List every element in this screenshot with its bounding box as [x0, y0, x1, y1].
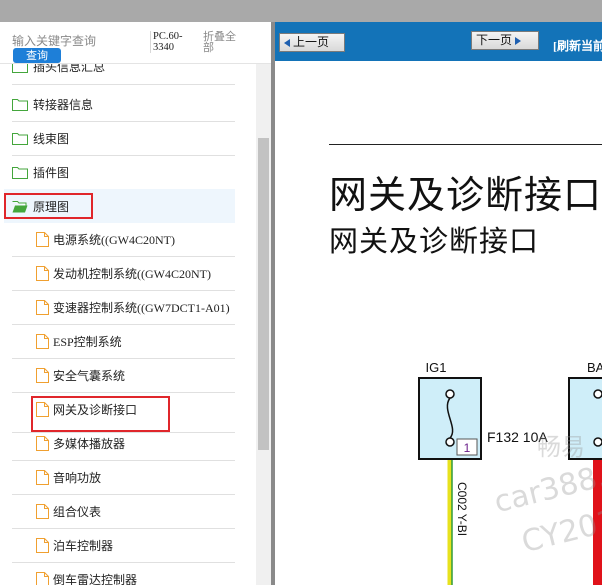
- tree-folder-label: 插件图: [33, 165, 70, 180]
- tree-file-label: 组合仪表: [53, 504, 102, 519]
- tree-file-audio-amplifier[interactable]: 音响功放: [36, 463, 101, 491]
- tree-folder-partial[interactable]: 插头信息汇总: [12, 64, 105, 80]
- tree-folder-label: 线束图: [33, 131, 70, 146]
- tree-file-parking-controller[interactable]: 泊车控制器: [36, 531, 113, 559]
- tree-file-power-system[interactable]: 电源系统((GW4C20NT): [36, 225, 175, 253]
- folder-icon: [12, 166, 28, 179]
- file-icon: [36, 571, 49, 585]
- fuse-box-right-label: BA: [587, 360, 602, 375]
- tree-divider: [12, 494, 235, 495]
- gateway-highlight-box: [31, 396, 170, 432]
- tree-file-label: 发动机控制系统((GW4C20NT): [53, 266, 211, 281]
- tree-divider: [12, 358, 235, 359]
- file-icon: [36, 469, 49, 485]
- app-window: 查询 PC.60-3340 折叠全部 插头信息汇总 转接器信息 线束图: [0, 0, 602, 585]
- document-toolbar: 上一页 下一页 [刷新当前: [275, 22, 602, 61]
- document-title: 网关及诊断接口: [329, 173, 602, 217]
- tree-divider: [12, 155, 235, 156]
- tree-file-reverse-radar[interactable]: 倒车雷达控制器: [36, 565, 137, 585]
- file-icon: [36, 265, 49, 281]
- tree-divider: [12, 460, 235, 461]
- tree-scrollbar[interactable]: [256, 64, 271, 585]
- left-panel: 查询 PC.60-3340 折叠全部 插头信息汇总 转接器信息 线束图: [0, 22, 271, 585]
- tree-divider: [12, 392, 235, 393]
- prev-page-button[interactable]: 上一页: [279, 33, 345, 52]
- next-page-button[interactable]: 下一页: [471, 31, 539, 50]
- file-icon: [36, 231, 49, 247]
- tree-view: 插头信息汇总 转接器信息 线束图 插件图 原理图 电源系统((GW4C20NT)…: [0, 64, 256, 585]
- folder-icon: [12, 98, 28, 111]
- tree-divider: [12, 256, 235, 257]
- tree-divider: [12, 121, 235, 122]
- tree-file-label: 音响功放: [53, 470, 102, 485]
- arrow-right-icon: [515, 36, 522, 45]
- tree-file-label: 多媒体播放器: [53, 436, 126, 451]
- tree-file-label: 泊车控制器: [53, 538, 114, 553]
- tree-divider: [12, 528, 235, 529]
- schematic-highlight-box: [4, 193, 93, 219]
- fuse-terminal-icon: [593, 389, 602, 399]
- tree-file-engine-control[interactable]: 发动机控制系统((GW4C20NT): [36, 259, 211, 287]
- tree-file-label: ESP控制系统: [53, 334, 122, 349]
- tree-file-multimedia-player[interactable]: 多媒体播放器: [36, 429, 125, 457]
- watermark-text: 畅易: [537, 433, 585, 461]
- fuse-box-left-label: IG1: [426, 360, 447, 375]
- fuse-terminal-icon: [593, 437, 602, 447]
- tree-divider: [12, 562, 235, 563]
- tree-file-instrument-cluster[interactable]: 组合仪表: [36, 497, 101, 525]
- tree-file-label: 电源系统((GW4C20NT): [53, 232, 175, 247]
- tree-file-esp-control[interactable]: ESP控制系统: [36, 327, 122, 355]
- file-icon: [36, 503, 49, 519]
- tree-file-label: 安全气囊系统: [53, 368, 126, 383]
- tree-folder-label: 插头信息汇总: [33, 64, 106, 74]
- scrollbar-thumb[interactable]: [258, 138, 269, 450]
- tree-file-transmission-control[interactable]: 变速器控制系统((GW7DCT1-A01): [36, 293, 230, 321]
- tree-divider: [12, 290, 235, 291]
- file-icon: [36, 367, 49, 383]
- wire-label: C002 Y-BI: [455, 482, 469, 536]
- refresh-current-link[interactable]: [刷新当前: [553, 37, 602, 54]
- arrow-left-icon: [284, 38, 290, 47]
- tree-folder-harness-diagram[interactable]: 线束图: [12, 124, 69, 152]
- search-button[interactable]: 查询: [13, 48, 61, 63]
- folder-icon: [12, 132, 28, 145]
- collapse-all-link[interactable]: 折叠全部: [203, 31, 245, 53]
- folder-icon: [12, 64, 28, 73]
- tree-folder-adapter-info[interactable]: 转接器信息: [12, 90, 93, 118]
- file-icon: [36, 435, 49, 451]
- file-icon: [36, 299, 49, 315]
- tree-file-airbag-system[interactable]: 安全气囊系统: [36, 361, 125, 389]
- tree-folder-label: 转接器信息: [33, 97, 94, 112]
- model-code: PC.60-3340: [150, 31, 198, 53]
- pin-number: 1: [464, 441, 471, 455]
- document-panel: 上一页 下一页 [刷新当前 网关及诊断接口 网关及诊断接口 IG1 1 F132…: [275, 22, 602, 585]
- tree-file-label: 变速器控制系统((GW7DCT1-A01): [53, 300, 230, 315]
- fuse-terminal-icon: [445, 389, 455, 399]
- search-area: 查询 PC.60-3340 折叠全部: [0, 22, 271, 64]
- document-header-rule: [329, 144, 602, 145]
- prev-page-label: 上一页: [293, 35, 330, 49]
- tree-file-label: 倒车雷达控制器: [53, 572, 138, 585]
- tree-folder-connector-diagram[interactable]: 插件图: [12, 158, 69, 186]
- window-top-strip: [0, 0, 602, 22]
- next-page-label: 下一页: [476, 33, 513, 47]
- tree-divider: [12, 324, 235, 325]
- document-subtitle: 网关及诊断接口: [329, 224, 540, 258]
- tree-divider: [12, 84, 235, 85]
- file-icon: [36, 333, 49, 349]
- file-icon: [36, 537, 49, 553]
- fuse-terminal-icon: [445, 437, 455, 447]
